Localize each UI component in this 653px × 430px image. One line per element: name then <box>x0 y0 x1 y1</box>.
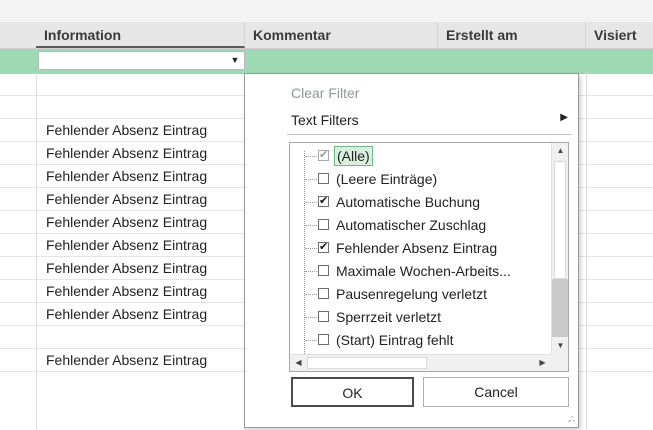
checkbox[interactable] <box>318 311 329 322</box>
filter-value-item[interactable]: ✔ Fehlender Absenz Eintrag <box>290 237 552 259</box>
resize-grip-icon[interactable]: .∴ <box>568 414 575 425</box>
filter-values-list[interactable]: ✔ (Alle) (Leere Einträge) ✔ Automatische Buc… <box>289 142 569 372</box>
filter-value-label: Automatischer Zuschlag <box>336 217 487 233</box>
information-cell: Fehlender Absenz Eintrag <box>46 306 208 322</box>
information-cell: Fehlender Absenz Eintrag <box>46 122 208 138</box>
filter-value-item[interactable]: ✔ Automatische Buchung <box>290 191 552 213</box>
scroll-right-icon[interactable]: ▶ <box>534 355 551 371</box>
filter-value-item[interactable]: Automatischer Zuschlag <box>290 214 552 236</box>
tree-connector <box>305 248 317 249</box>
submenu-arrow-icon: ▶ <box>560 112 568 123</box>
filter-value-item[interactable]: (Start) Eintrag fehlt <box>290 329 552 351</box>
tree-connector <box>305 340 317 341</box>
horizontal-scroll-thumb[interactable] <box>307 357 427 369</box>
filter-value-item[interactable]: Pausenregelung verletzt <box>290 283 552 305</box>
information-cell: Fehlender Absenz Eintrag <box>46 191 208 207</box>
filter-value-label: Pausenregelung verletzt <box>336 286 487 302</box>
filter-dropdown-icon[interactable]: ▼ <box>226 52 244 69</box>
scroll-corner <box>551 354 568 371</box>
tree-connector <box>305 317 317 318</box>
tree-connector <box>305 294 317 295</box>
information-cell: Fehlender Absenz Eintrag <box>46 237 208 253</box>
column-header-visiert[interactable]: Visiert <box>586 22 653 48</box>
tree-connector <box>305 271 317 272</box>
text-filters-item[interactable]: Text Filters <box>291 110 359 130</box>
information-cell: Fehlender Absenz Eintrag <box>46 145 208 161</box>
filter-value-label: (Start) Eintrag fehlt <box>336 332 454 348</box>
checkbox[interactable] <box>318 334 329 345</box>
information-cell: Fehlender Absenz Eintrag <box>46 168 208 184</box>
column-header-kommentar[interactable]: Kommentar <box>245 22 438 48</box>
filter-value-item[interactable]: (Leere Einträge) <box>290 168 552 190</box>
checkbox[interactable] <box>318 288 329 299</box>
toolbar-band <box>0 0 653 22</box>
cancel-button[interactable]: Cancel <box>423 377 569 407</box>
checkbox[interactable] <box>318 265 329 276</box>
vertical-scrollbar[interactable]: ▲ ▼ <box>551 143 568 356</box>
tree-connector <box>305 225 317 226</box>
filter-value-label: (Leere Einträge) <box>336 171 438 187</box>
filter-value-label: Maximale Wochen-Arbeits... <box>336 263 511 279</box>
filter-value-label: Sperrzeit verletzt <box>336 309 442 325</box>
filter-value-item[interactable]: ✔ (Alle) <box>290 145 552 167</box>
checkbox[interactable]: ✔ <box>318 242 329 253</box>
horizontal-scrollbar[interactable]: ◀ ▶ <box>290 354 552 371</box>
filter-value-item[interactable]: Maximale Wochen-Arbeits... <box>290 260 552 282</box>
scroll-thumb[interactable] <box>554 161 566 279</box>
information-cell: Fehlender Absenz Eintrag <box>46 283 208 299</box>
information-filter-cell[interactable]: ▼ <box>38 51 245 70</box>
filter-value-label: Fehlender Absenz Eintrag <box>336 240 498 256</box>
scroll-track[interactable] <box>552 279 568 337</box>
scroll-up-icon[interactable]: ▲ <box>552 143 568 159</box>
filter-value-label: (Alle) <box>334 146 373 166</box>
scroll-left-icon[interactable]: ◀ <box>290 355 307 371</box>
checkbox[interactable] <box>318 173 329 184</box>
ok-button[interactable]: OK <box>291 377 414 407</box>
column-header-information[interactable]: Information <box>36 22 245 48</box>
information-cell: Fehlender Absenz Eintrag <box>46 214 208 230</box>
tree-connector <box>305 156 317 157</box>
checkbox[interactable]: ✔ <box>318 150 329 161</box>
tree-connector <box>305 179 317 180</box>
filter-value-item[interactable]: Sperrzeit verletzt <box>290 306 552 328</box>
clear-filter-item[interactable]: Clear Filter <box>291 83 359 103</box>
column-header-erstellt-am[interactable]: Erstellt am <box>438 22 586 48</box>
scroll-down-icon[interactable]: ▼ <box>552 338 568 354</box>
grid-header: Information Kommentar Erstellt am Visier… <box>0 22 653 49</box>
checkbox[interactable] <box>318 219 329 230</box>
menu-separator <box>287 134 572 135</box>
information-cell: Fehlender Absenz Eintrag <box>46 352 208 368</box>
tree-connector <box>305 202 317 203</box>
checkbox[interactable]: ✔ <box>318 196 329 207</box>
auto-filter-row: ▼ <box>0 49 653 74</box>
filter-popup: Clear Filter Text Filters ▶ ✔ (Alle) (Leer… <box>244 73 579 428</box>
information-cell: Fehlender Absenz Eintrag <box>46 260 208 276</box>
filter-value-label: Automatische Buchung <box>336 194 480 210</box>
